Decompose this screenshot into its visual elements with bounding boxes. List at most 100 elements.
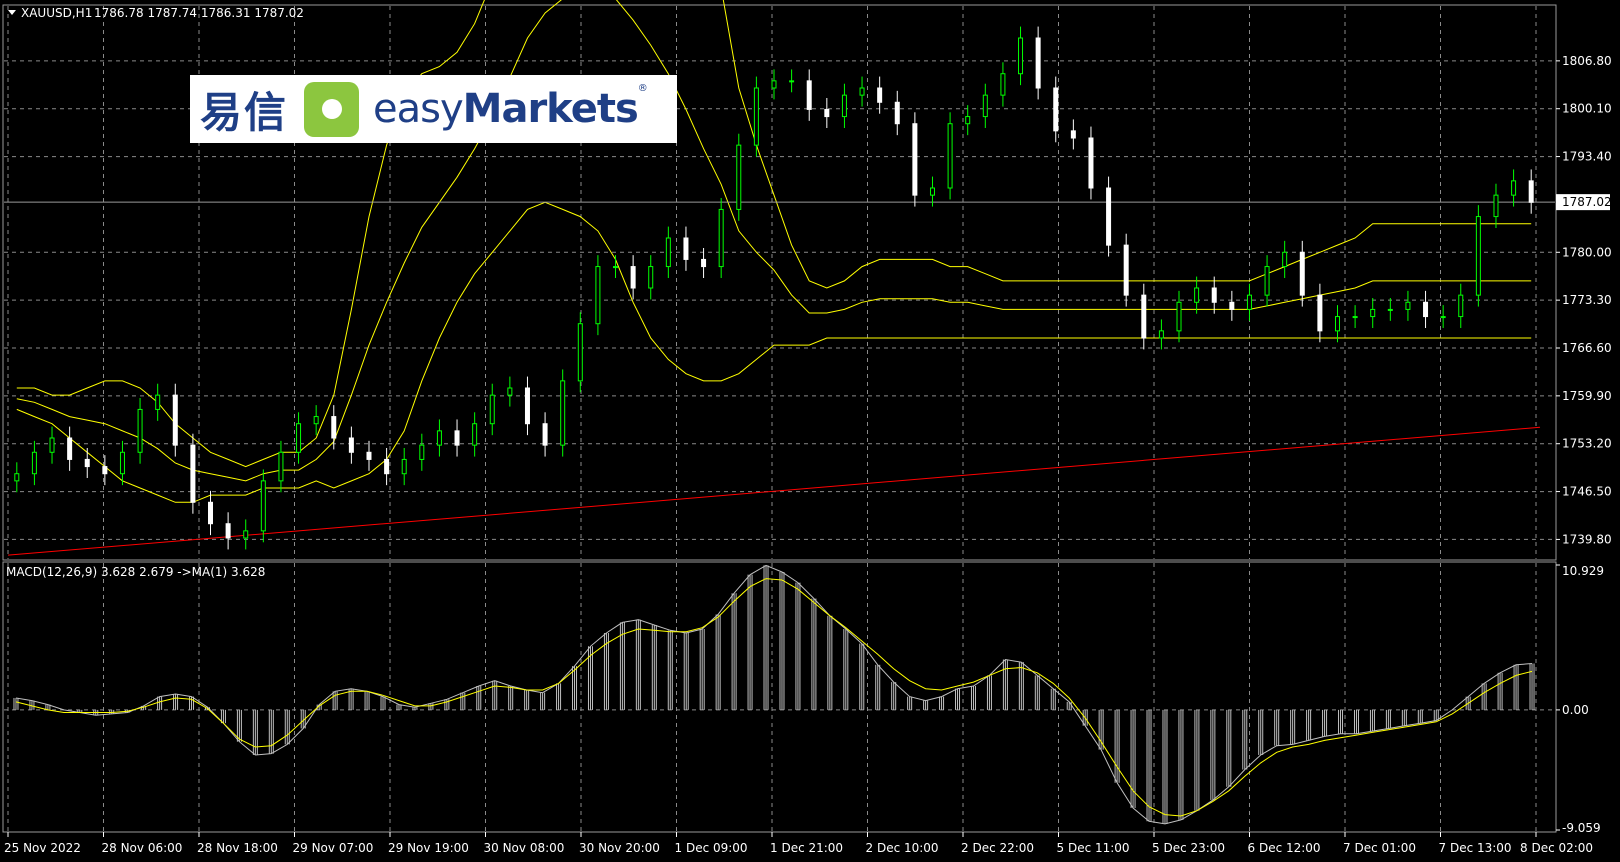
price-tick-label: 1753.20	[1562, 437, 1612, 451]
candle	[436, 419, 442, 457]
candle-body	[102, 466, 108, 475]
candle	[1458, 283, 1464, 328]
price-tick-label: 1806.80	[1562, 54, 1612, 68]
candle	[1299, 240, 1305, 307]
candle	[1088, 126, 1094, 200]
candle-body	[67, 437, 73, 460]
candle-body	[190, 444, 196, 503]
candle	[401, 448, 407, 486]
candle-body	[1317, 294, 1323, 332]
price-tick-label: 1800.10	[1562, 102, 1612, 116]
candle-body	[524, 387, 530, 425]
macd-tick-label: -9.059	[1562, 821, 1601, 835]
candle	[1317, 283, 1323, 343]
candle-body	[1018, 37, 1024, 75]
candle-body	[14, 473, 20, 482]
candle-body	[806, 80, 812, 110]
candle	[313, 405, 319, 436]
candle-body	[278, 451, 284, 482]
candle	[1440, 305, 1446, 328]
candle-body	[331, 416, 337, 439]
candle-body	[155, 394, 161, 410]
time-tick-label: 28 Nov 06:00	[102, 841, 183, 855]
easymarkets-logo: 易信 easyMarkets ®	[190, 75, 677, 143]
candle-body	[119, 451, 125, 475]
candle	[824, 98, 830, 128]
candle	[1176, 290, 1182, 343]
candle-body	[1176, 301, 1182, 332]
candle-body	[172, 394, 178, 446]
candle-body	[1423, 301, 1429, 318]
time-tick-label: 8 Dec 02:00	[1520, 841, 1593, 855]
price-tick-label: 1739.80	[1562, 532, 1612, 546]
candle-body	[718, 208, 724, 268]
candle	[1229, 290, 1235, 321]
candle-body	[1299, 251, 1305, 296]
candle-body	[1440, 316, 1446, 319]
logo-registered-mark: ®	[637, 83, 648, 94]
candle-body	[401, 458, 407, 475]
collapse-triangle-icon[interactable]	[8, 10, 16, 15]
candle-body	[789, 80, 795, 83]
candle	[419, 433, 425, 471]
candle	[454, 419, 460, 457]
candle-body	[771, 80, 777, 89]
candle-body	[1106, 187, 1112, 246]
candle	[348, 426, 354, 464]
time-axis: 25 Nov 2022 28 Nov 06:00 28 Nov 18:00 29 No…	[4, 832, 1593, 855]
candle	[1282, 240, 1288, 278]
candle	[1493, 183, 1499, 228]
macd-plot	[13, 564, 1535, 825]
candle-body	[665, 237, 671, 268]
candle	[577, 312, 583, 393]
macd-tick-label: 10.929	[1562, 564, 1604, 578]
candle-body	[243, 530, 249, 539]
candle-body	[137, 408, 143, 453]
ohlc-label: 1786.78 1787.74 1786.31 1787.02	[94, 6, 304, 20]
candle-body	[1282, 251, 1288, 268]
candle-body	[1334, 316, 1340, 332]
candle-body	[1088, 137, 1094, 189]
candle	[560, 369, 566, 457]
bollinger-lower-band	[16, 201, 1532, 503]
candle	[84, 448, 90, 478]
candle	[190, 433, 196, 514]
candle	[155, 383, 161, 421]
candle-body	[1070, 130, 1076, 139]
candle-body	[912, 123, 918, 196]
time-tick-label: 1 Dec 09:00	[675, 841, 748, 855]
candle	[384, 448, 390, 486]
candle-body	[1352, 316, 1358, 319]
candle-body	[877, 87, 883, 103]
candle	[982, 83, 988, 128]
candle-body	[894, 101, 900, 125]
candle	[912, 112, 918, 207]
candle	[1246, 283, 1252, 321]
candle	[859, 76, 865, 107]
candle-body	[1387, 308, 1393, 311]
candle	[1475, 205, 1481, 307]
time-tick-label: 2 Dec 10:00	[866, 841, 939, 855]
candle-body	[1264, 266, 1270, 296]
macd-tick-label: 0.00	[1562, 703, 1589, 717]
candle	[366, 440, 372, 471]
candle-body	[965, 116, 971, 125]
candle	[1511, 169, 1517, 207]
time-tick-label: 28 Nov 18:00	[197, 841, 278, 855]
candle	[1528, 169, 1534, 214]
candle	[894, 90, 900, 136]
candle	[1035, 26, 1041, 100]
logo-chinese-text: 易信	[200, 87, 289, 137]
candle-body	[419, 444, 425, 460]
candle-body	[384, 458, 390, 475]
price-axis: 1806.80 1800.10 1793.40 1787.02 1780.00 1773.…	[1556, 54, 1612, 546]
candle	[965, 105, 971, 136]
candle	[736, 133, 742, 221]
candle	[1264, 255, 1270, 307]
candle	[1370, 298, 1376, 328]
candle-body	[366, 451, 372, 460]
candle-body	[1229, 301, 1235, 310]
macd-histogram-outline	[15, 564, 1533, 825]
candle-body	[348, 437, 354, 453]
candle-body	[1000, 73, 1006, 96]
